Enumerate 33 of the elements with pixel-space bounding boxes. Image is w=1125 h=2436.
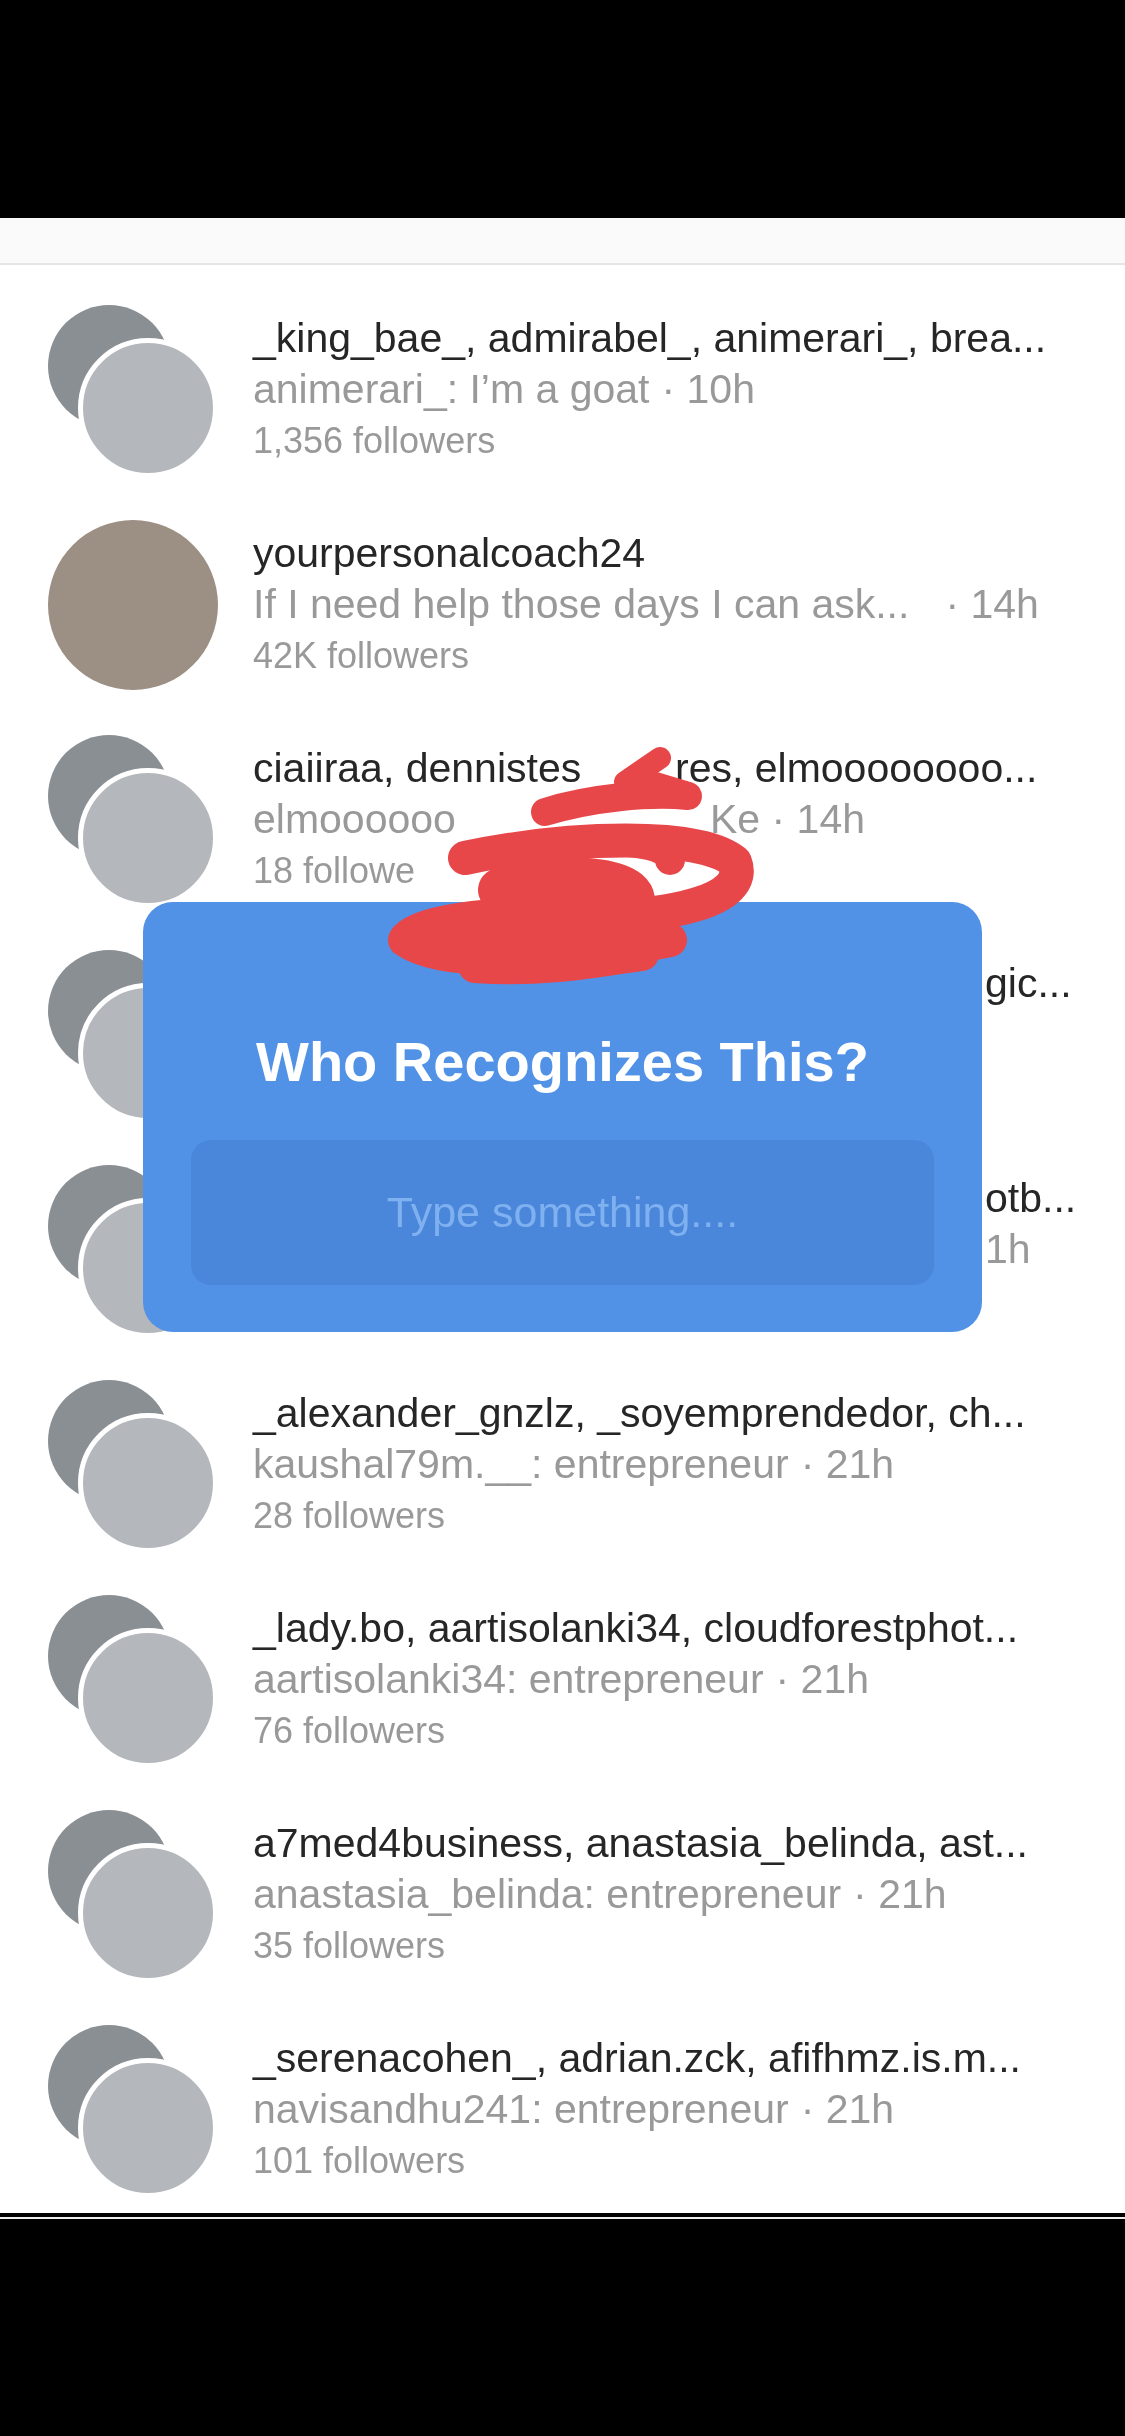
message-preview: aartisolanki34: entrepreneur — [253, 1655, 764, 1704]
timestamp: 1h — [985, 1225, 1032, 1274]
message-preview: anastasia_belinda: entrepreneur — [253, 1870, 842, 1919]
group-title: yourpersonalcoach24 — [253, 529, 647, 578]
group-title: _serenacohen_, adrian.zck, afifhmz.is.m... — [253, 2034, 1021, 2083]
group-title: a7med4business, anastasia_belinda, ast... — [253, 1819, 1028, 1868]
group-title: gic... — [985, 959, 1073, 1008]
card-title: Who Recognizes This? — [256, 1032, 869, 1092]
group-title: res, elmoooooooo... — [675, 744, 1038, 793]
message-preview: If I need help those days I can ask... — [253, 580, 910, 629]
timestamp: · 14h — [945, 580, 1039, 629]
group-title: otb... — [985, 1174, 1078, 1223]
follower-count: 18 followe — [253, 849, 417, 893]
follower-count: 35 followers — [253, 1924, 447, 1968]
message-preview: animerari_: I’m a goat — [253, 365, 650, 414]
group-title: _king_bae_, admirabel_, animerari_, brea... — [253, 314, 1047, 363]
follower-count: 1,356 followers — [253, 419, 497, 463]
group-title: ciaiiraa, dennistes — [253, 744, 583, 793]
timestamp: · 10h — [661, 365, 755, 414]
message-preview: elmoooooo — [253, 795, 457, 844]
message-preview: kaushal79m.__: entrepreneur — [253, 1440, 789, 1489]
group-title: _alexander_gnzlz, _soyemprendedor, ch... — [253, 1389, 1026, 1438]
follower-count: 28 followers — [253, 1494, 447, 1538]
follower-count: 101 followers — [253, 2139, 467, 2183]
message-preview: navisandhu241: entrepreneur — [253, 2085, 789, 2134]
group-title: _lady.bo, aartisolanki34, cloudforestphot... — [253, 1604, 1019, 1653]
message-preview: Ke · 14h — [710, 795, 865, 844]
timestamp: · 21h — [775, 1655, 869, 1704]
follower-count: 42K followers — [253, 634, 471, 678]
timestamp: · 21h — [800, 2085, 895, 2134]
timestamp: · 21h — [800, 1440, 895, 1489]
timestamp: · 21h — [853, 1870, 947, 1919]
follower-count: 76 followers — [253, 1709, 447, 1753]
